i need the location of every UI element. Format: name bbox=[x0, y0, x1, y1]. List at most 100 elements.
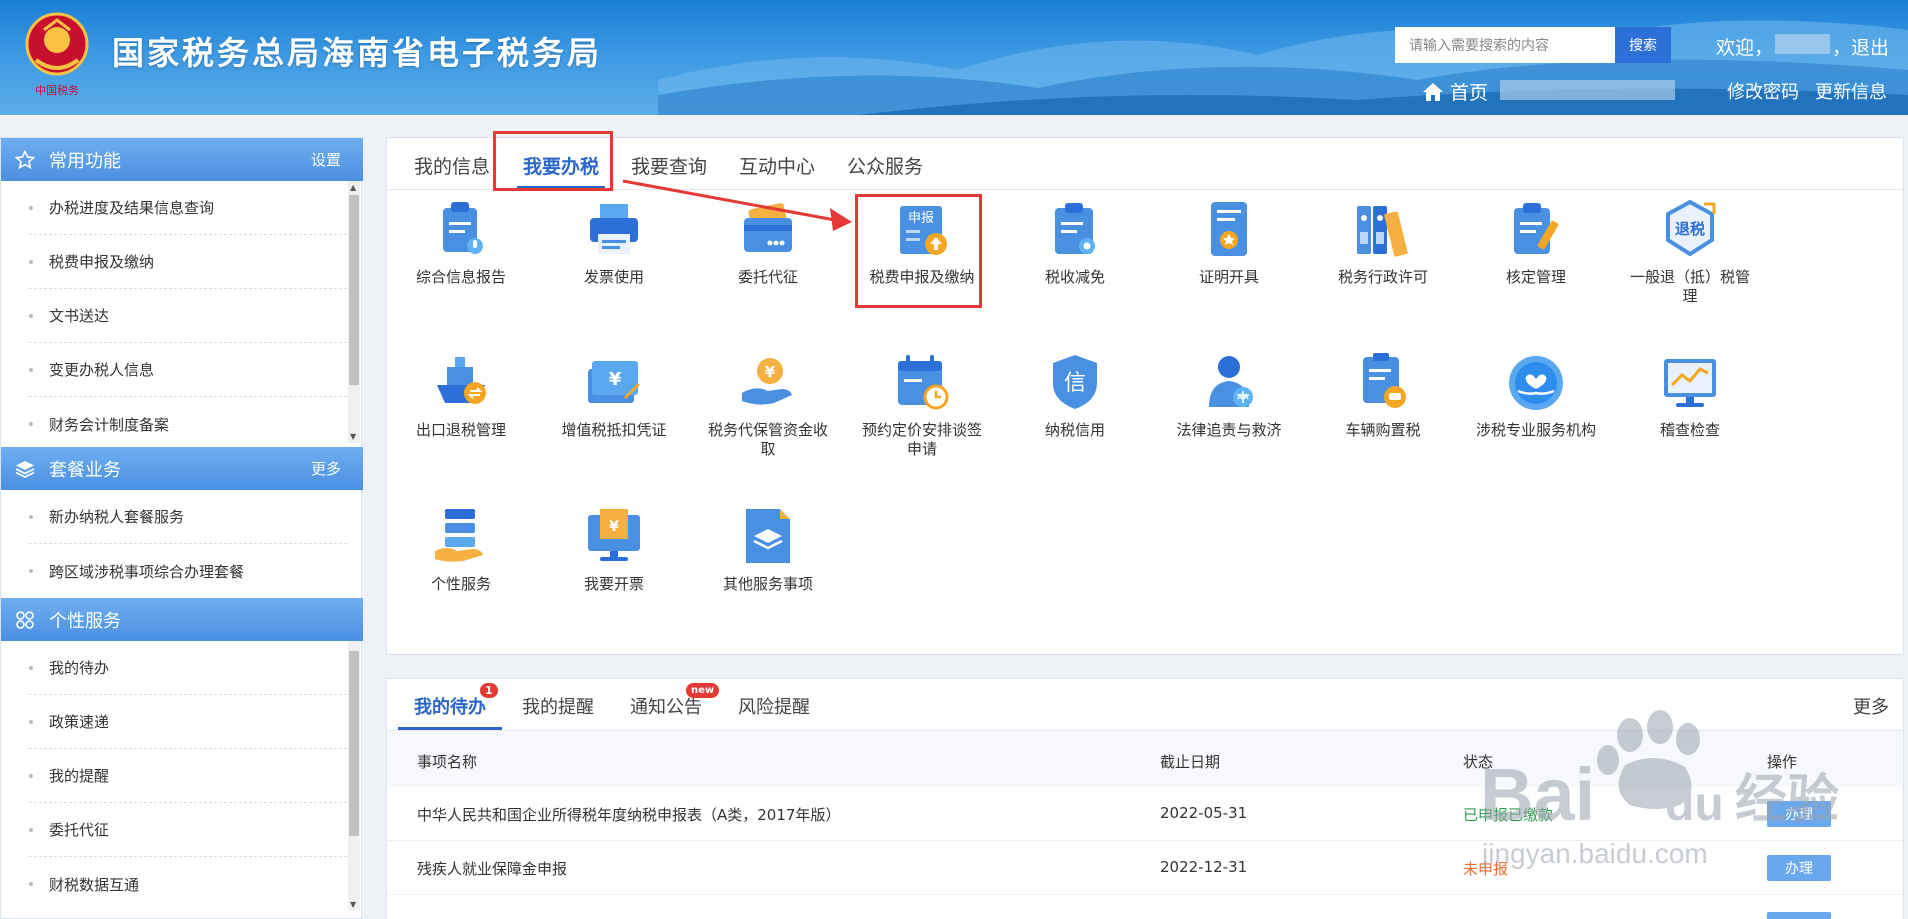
service-label: 涉税专业服务机构 bbox=[1475, 421, 1596, 439]
handle-button[interactable]: 办理 bbox=[1767, 855, 1831, 881]
annotation-arrow bbox=[622, 179, 852, 231]
package-business-header: 套餐业务 更多 bbox=[1, 447, 363, 490]
service-tile[interactable]: ¥ 我要开票 bbox=[540, 505, 688, 645]
common-functions-title: 常用功能 bbox=[49, 150, 121, 172]
common-scrollbar[interactable]: ▲ ▼ bbox=[348, 181, 360, 443]
service-tile[interactable]: 信纳税信用 bbox=[1001, 351, 1149, 491]
sidebar-item[interactable]: 政策速递 bbox=[29, 695, 347, 749]
home-link[interactable]: 首页 bbox=[1422, 78, 1488, 105]
sidebar-item[interactable]: 税费申报及缴纳 bbox=[29, 235, 347, 289]
svg-text:信: 信 bbox=[1064, 371, 1086, 396]
service-tile[interactable]: 个性服务 bbox=[387, 505, 535, 645]
service-label: 核定管理 bbox=[1505, 268, 1566, 286]
service-label: 个性服务 bbox=[430, 575, 491, 593]
service-label: 税收减免 bbox=[1044, 268, 1105, 286]
service-label: 出口退税管理 bbox=[415, 421, 506, 439]
sidebar-item[interactable]: 我的提醒 bbox=[29, 749, 347, 803]
personal-service-header: 个性服务 bbox=[1, 598, 363, 641]
service-tile[interactable]: 核定管理 bbox=[1462, 198, 1610, 338]
personal-service-icon bbox=[435, 509, 483, 562]
table-row: 中华人民共和国企业所得税年度纳税申报表（A类，2017年版） 2022-05-3… bbox=[387, 787, 1903, 841]
svg-text:¥: ¥ bbox=[609, 519, 619, 535]
service-label: 法律追责与救济 bbox=[1176, 421, 1282, 439]
certificate-icon bbox=[1211, 202, 1247, 256]
service-tile[interactable]: 退税 一般退（抵）税管理 bbox=[1616, 198, 1764, 338]
sidebar-item[interactable]: 跨区域涉税事项综合办理套餐 bbox=[29, 544, 347, 598]
search-input[interactable] bbox=[1395, 27, 1615, 63]
service-tile[interactable]: ¥ 增值税抵扣凭证 bbox=[540, 351, 688, 491]
service-tile[interactable]: 车辆购置税 bbox=[1309, 351, 1457, 491]
tab-my-info[interactable]: 我的信息 bbox=[414, 152, 490, 179]
search-button[interactable]: 搜索 bbox=[1615, 27, 1671, 63]
tax-refund-icon: 退税 bbox=[1666, 199, 1716, 257]
item-name: 残疾人就业保障金申报 bbox=[417, 860, 568, 878]
new-badge: new bbox=[686, 683, 720, 698]
settings-link[interactable]: 设置 bbox=[311, 149, 341, 170]
sidebar-item[interactable]: 文书送达 bbox=[29, 289, 347, 343]
service-label: 税务代保管资金收取 bbox=[707, 421, 828, 458]
tab-my-reminder[interactable]: 我的提醒 bbox=[522, 693, 594, 719]
service-tile[interactable]: ¥ 税务代保管资金收取 bbox=[694, 351, 842, 491]
layers-icon bbox=[13, 457, 37, 481]
service-label: 证明开具 bbox=[1198, 268, 1259, 286]
logout-link[interactable]: ，退出 bbox=[1832, 33, 1889, 60]
heart-hand-icon bbox=[1509, 356, 1563, 410]
company-redacted bbox=[1500, 80, 1675, 100]
todo-panel: 我的待办 1 我的提醒 通知公告 new 风险提醒 更多 事项名称 截止日期 状… bbox=[386, 678, 1904, 919]
more-link[interactable]: 更多 bbox=[311, 458, 341, 479]
sidebar-item[interactable]: 变更办税人信息 bbox=[29, 343, 347, 397]
sidebar-item[interactable]: 财务会计制度备案 bbox=[29, 397, 347, 451]
personal-scrollbar[interactable]: ▼ bbox=[348, 641, 360, 911]
change-password-link[interactable]: 修改密码 bbox=[1727, 78, 1799, 104]
table-row: 残疾人就业保障金申报 2022-12-31 未申报 办理 bbox=[387, 841, 1903, 895]
svg-text:中国税务: 中国税务 bbox=[35, 83, 79, 97]
star-icon bbox=[13, 148, 37, 172]
service-label: 委托代征 bbox=[737, 268, 798, 286]
sidebar-item[interactable]: 办税进度及结果信息查询 bbox=[29, 181, 347, 235]
service-tile[interactable]: 证明开具 bbox=[1155, 198, 1303, 338]
clipboard-icon bbox=[1055, 203, 1095, 254]
sidebar-item[interactable]: 委托代征 bbox=[29, 803, 347, 857]
service-tile[interactable]: 税收减免 bbox=[1001, 198, 1149, 338]
service-label: 增值税抵扣凭证 bbox=[561, 421, 667, 439]
service-tile[interactable]: 稽查检查 bbox=[1616, 351, 1764, 491]
hand-coin-icon: ¥ bbox=[742, 358, 792, 405]
service-label: 其他服务事项 bbox=[722, 575, 813, 593]
todo-count-badge: 1 bbox=[480, 683, 498, 698]
service-tile[interactable]: 其他服务事项 bbox=[694, 505, 842, 645]
service-tile[interactable]: 法律追责与救济 bbox=[1155, 351, 1303, 491]
more-link[interactable]: 更多 bbox=[1853, 693, 1889, 719]
handle-button[interactable] bbox=[1767, 912, 1831, 919]
handle-button[interactable]: 办理 bbox=[1767, 801, 1831, 827]
sidebar-item[interactable]: 新办纳税人套餐服务 bbox=[29, 490, 347, 544]
main-panel: 我的信息 我要办税 我要查询 互动中心 公众服务 综合信息报告 发票使用 委托代征申… bbox=[386, 137, 1904, 655]
sidebar: 常用功能 设置 办税进度及结果信息查询 税费申报及缴纳 文书送达 变更办税人信息… bbox=[0, 137, 363, 919]
update-info-link[interactable]: 更新信息 bbox=[1815, 78, 1887, 104]
deadline: 2022-12-31 bbox=[1160, 858, 1248, 876]
home-icon bbox=[1423, 82, 1443, 101]
service-label: 稽查检查 bbox=[1659, 421, 1720, 439]
sidebar-item[interactable]: 我的待办 bbox=[29, 641, 347, 695]
service-tile[interactable]: 出口退税管理 bbox=[387, 351, 535, 491]
edit-clipboard-icon bbox=[1514, 203, 1559, 254]
highlight-box-service bbox=[855, 194, 982, 308]
status-text: 未申报 bbox=[1463, 860, 1509, 878]
svg-text:¥: ¥ bbox=[609, 369, 622, 390]
todo-tabs: 我的待办 1 我的提醒 通知公告 new 风险提醒 更多 bbox=[387, 679, 1903, 731]
report-icon bbox=[443, 202, 483, 254]
invoice-screen-icon: ¥ bbox=[588, 509, 640, 561]
service-tile[interactable]: 税务行政许可 bbox=[1309, 198, 1457, 338]
service-tile[interactable]: 预约定价安排谈签申请 bbox=[848, 351, 996, 491]
personal-service-title: 个性服务 bbox=[49, 610, 121, 632]
sidebar-item[interactable]: 财税数据互通 bbox=[29, 857, 347, 911]
lawyer-icon bbox=[1209, 356, 1253, 407]
service-tile[interactable]: 涉税专业服务机构 bbox=[1462, 351, 1610, 491]
common-functions-header: 常用功能 设置 bbox=[1, 138, 363, 181]
tab-risk-alert[interactable]: 风险提醒 bbox=[738, 693, 810, 719]
tab-my-todo[interactable]: 我的待办 bbox=[398, 693, 502, 730]
grid-icon bbox=[13, 608, 37, 632]
service-label: 车辆购置税 bbox=[1345, 421, 1421, 439]
highlight-box-tab bbox=[493, 131, 613, 191]
column-header: 事项名称 bbox=[417, 753, 478, 771]
service-tile[interactable]: 综合信息报告 bbox=[387, 198, 535, 338]
